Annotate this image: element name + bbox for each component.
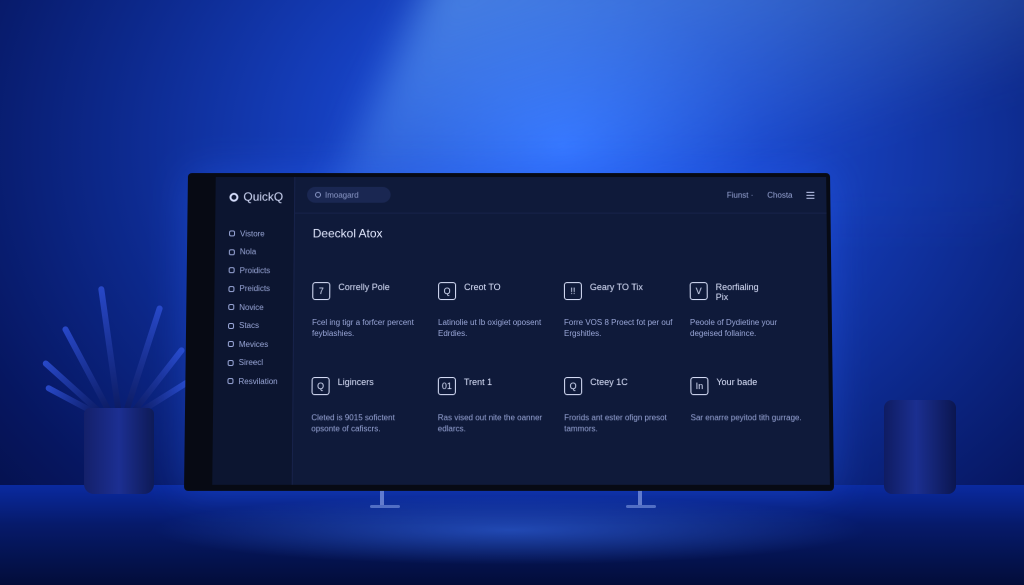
- sidebar-item-novice[interactable]: Novice: [214, 298, 293, 316]
- sidebar-item-nola[interactable]: Nola: [215, 243, 294, 261]
- plant-pot: [84, 408, 154, 494]
- stack-icon: [228, 322, 235, 329]
- top-bar-actions: Fiunst · Chosta: [727, 190, 815, 199]
- app-logo[interactable]: QuickQ: [215, 187, 294, 207]
- sidebar-item-proidicts[interactable]: Proidicts: [215, 261, 294, 279]
- sidebar-nav: Vistore Nola Proidicts Preidicts Novice …: [213, 225, 294, 391]
- feature-card[interactable]: 7 Correlly Pole Fcel ing tigr a forfcer p…: [312, 282, 428, 339]
- sidebar-item-mevices[interactable]: Mevices: [214, 335, 293, 354]
- card-icon: Q: [311, 377, 330, 396]
- card-icon: Q: [438, 282, 457, 301]
- sidebar-item-preidicts[interactable]: Preidicts: [214, 280, 293, 298]
- monitor: QuickQ Vistore Nola Proidicts Preidicts …: [183, 173, 835, 491]
- feature-card[interactable]: Q Cteey 1C Frorids ant ester ofign presot…: [564, 377, 681, 434]
- card-title: Your bade: [716, 377, 758, 388]
- feature-card[interactable]: V Reorfialing Pix Peoole of Dydietine you…: [689, 282, 806, 339]
- monitor-foot-left: [370, 505, 400, 508]
- monitor-foot-right: [626, 505, 656, 508]
- sidebar-item-label: Resvilation: [238, 376, 278, 386]
- feature-card[interactable]: Q Creot TO Latinolie ut lb oxigiet oposen…: [438, 282, 554, 339]
- search-icon: [315, 191, 322, 198]
- sidebar-item-label: Vistore: [239, 229, 265, 239]
- products-icon: [228, 267, 235, 274]
- feature-grid: 7 Correlly Pole Fcel ing tigr a forfcer p…: [311, 282, 807, 434]
- resolution-icon: [227, 378, 234, 385]
- sidebar-item-resvilation[interactable]: Resvilation: [213, 372, 292, 391]
- sidebar-item-label: Sireecl: [238, 358, 264, 368]
- service-icon: [228, 304, 235, 311]
- search-placeholder: Imoagard: [324, 190, 359, 200]
- topbar-dropdown[interactable]: Fiunst ·: [727, 190, 754, 199]
- search-input[interactable]: Imoagard: [307, 186, 391, 203]
- card-title: Correlly Pole: [338, 282, 390, 293]
- card-title: Reorfialing Pix: [715, 282, 759, 303]
- app-name: QuickQ: [243, 189, 284, 204]
- sidebar-item-label: Preidicts: [239, 284, 271, 294]
- sidebar-item-stacs[interactable]: Stacs: [214, 317, 293, 335]
- sidebar: QuickQ Vistore Nola Proidicts Preidicts …: [212, 177, 296, 485]
- card-title: Creot TO: [464, 282, 501, 293]
- feature-card[interactable]: In Your bade Sar enarre peyitod tith gurr…: [690, 377, 807, 434]
- card-description: Frorids ant ester ofign presot tammors.: [564, 413, 667, 434]
- sidebar-item-sireecl[interactable]: Sireecl: [214, 354, 293, 373]
- note-icon: [228, 249, 235, 256]
- speed-icon: [227, 359, 234, 366]
- logo-icon: [229, 192, 239, 202]
- sidebar-item-label: Stacs: [239, 321, 260, 331]
- sidebar-item-label: Nola: [239, 247, 257, 257]
- card-description: Cleted is 9015 sofictent opsonte of cafi…: [311, 413, 395, 434]
- hamburger-menu-icon[interactable]: [806, 191, 815, 199]
- sidebar-item-label: Novice: [239, 302, 264, 312]
- feature-card[interactable]: Q Ligincers Cleted is 9015 sofictent opso…: [311, 377, 428, 434]
- card-icon: V: [689, 282, 708, 301]
- speaker-cylinder: [884, 400, 956, 494]
- card-title: Geary TO Tix: [589, 282, 643, 293]
- card-description: Forre VOS 8 Proect fot per ouf Ergshitle…: [563, 318, 673, 338]
- card-icon: In: [690, 377, 709, 396]
- card-description: Latinolie ut lb oxigiet oposent Edrdies.: [437, 318, 542, 338]
- card-description: Peoole of Dydietine your degeised follai…: [689, 318, 778, 338]
- feature-card[interactable]: !! Geary TO Tix Forre VOS 8 Proect fot pe…: [563, 282, 680, 339]
- main-content: Imoagard Fiunst · Chosta Deeckol Atox 7C…: [293, 177, 830, 485]
- sidebar-item-vistore[interactable]: Vistore: [215, 225, 294, 243]
- store-icon: [229, 230, 236, 237]
- feature-card[interactable]: 01 Trent 1 Ras vised out nite the oanner …: [438, 377, 554, 434]
- card-title: Cteey 1C: [590, 377, 628, 388]
- card-icon: Q: [564, 377, 583, 396]
- card-icon: !!: [563, 282, 582, 301]
- card-icon: 01: [437, 377, 456, 396]
- card-title: Trent 1: [463, 377, 493, 388]
- top-bar: Imoagard Fiunst · Chosta: [294, 177, 827, 214]
- page-title: Deeckol Atox: [312, 226, 383, 241]
- card-title: Ligincers: [337, 377, 374, 388]
- app-window: QuickQ Vistore Nola Proidicts Preidicts …: [212, 177, 830, 485]
- topbar-link[interactable]: Chosta: [767, 190, 792, 199]
- card-description: Ras vised out nite the oanner edlarcs.: [437, 413, 543, 434]
- sidebar-item-label: Mevices: [238, 339, 269, 349]
- predict-icon: [228, 285, 235, 292]
- desk-glow: [150, 495, 870, 565]
- card-description: Sar enarre peyitod tith gurrage.: [690, 413, 802, 423]
- card-description: Fcel ing tigr a forfcer percent feyblash…: [311, 318, 414, 338]
- card-icon: 7: [312, 282, 331, 301]
- sidebar-item-label: Proidicts: [239, 265, 271, 275]
- devices-icon: [227, 341, 234, 348]
